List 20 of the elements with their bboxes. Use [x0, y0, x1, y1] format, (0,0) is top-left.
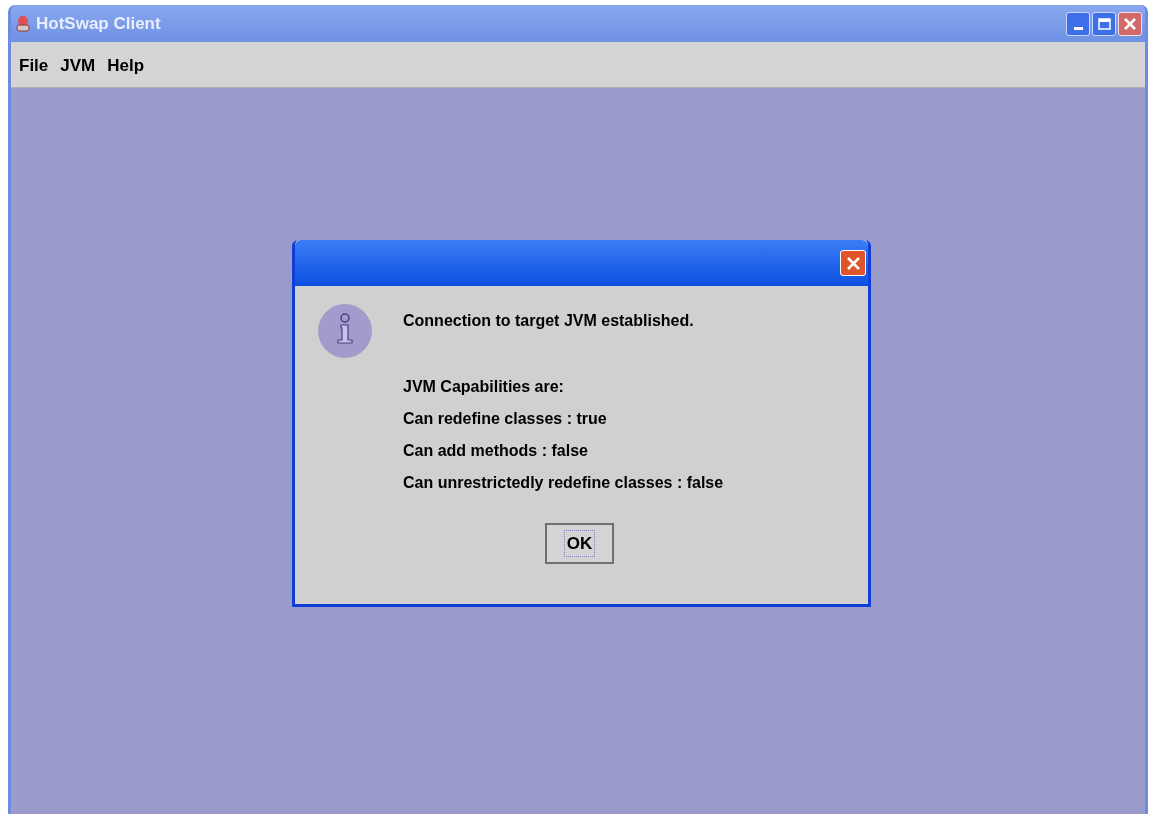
- capability-text: Can unrestrictedly redefine classes : false: [403, 473, 724, 493]
- minimize-icon: [1073, 26, 1083, 30]
- menu-item[interactable]: Help: [101, 52, 151, 79]
- window-title: HotSwap Client: [36, 12, 161, 35]
- capability-text: JVM Capabilities are:: [403, 377, 565, 397]
- capability-text: Can redefine classes : true: [403, 409, 608, 429]
- maximize-icon: [1097, 17, 1111, 30]
- minimize-button[interactable]: [1066, 11, 1090, 36]
- app-icon: [14, 14, 32, 33]
- ok-button[interactable]: OK: [545, 523, 614, 564]
- maximize-button[interactable]: [1092, 11, 1116, 36]
- menu-item[interactable]: JVM: [54, 52, 102, 79]
- close-icon: [846, 256, 860, 270]
- close-button[interactable]: [1118, 11, 1142, 36]
- close-icon: [1124, 17, 1136, 30]
- dialog-close-button[interactable]: [840, 250, 866, 276]
- info-icon: [317, 304, 373, 358]
- capability-text: Can add methods : false: [403, 441, 589, 461]
- menu-item[interactable]: File: [13, 52, 55, 79]
- message-text: Connection to target JVM established.: [403, 311, 695, 331]
